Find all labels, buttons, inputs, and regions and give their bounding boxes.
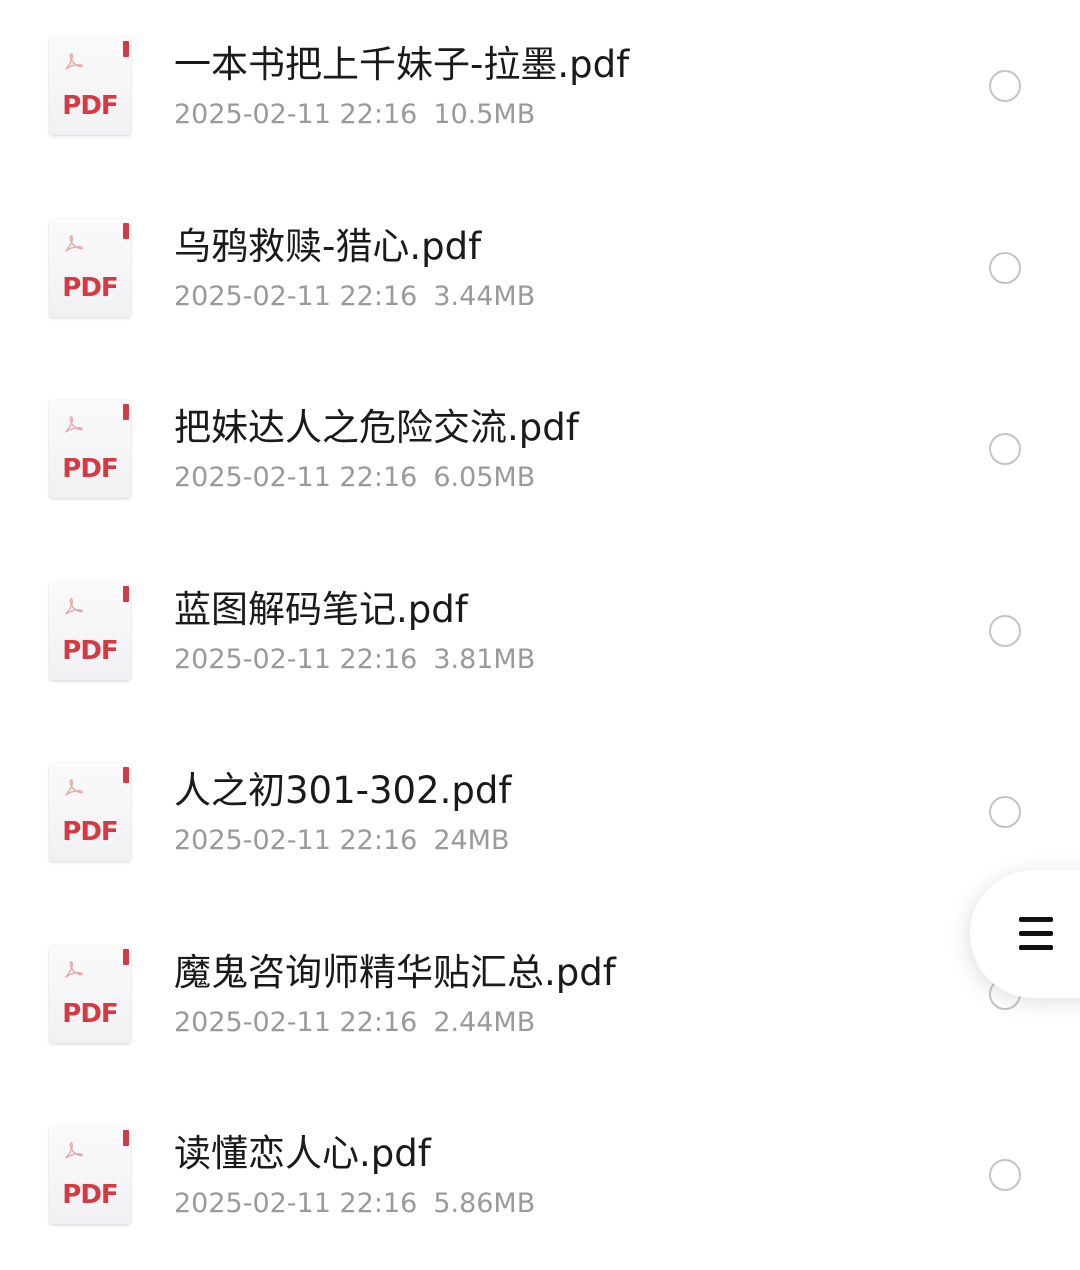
file-meta: 2025-02-11 22:16 6.05MB [174, 461, 535, 495]
file-name: 一本书把上千妹子-拉墨.pdf [174, 43, 630, 86]
file-meta: 2025-02-11 22:16 3.44MB [174, 280, 535, 314]
acrobat-logo-icon [65, 235, 83, 252]
acrobat-logo-icon [65, 53, 83, 70]
pdf-file-icon: PDF [49, 400, 131, 498]
pdf-label: PDF [62, 1180, 118, 1210]
file-size: 2.44MB [433, 1007, 536, 1038]
select-radio[interactable] [989, 796, 1021, 828]
file-row[interactable]: PDF 读懂恋人心.pdf 2025-02-11 22:16 5.86MB [0, 1089, 1080, 1270]
bookmark-marker [123, 223, 129, 239]
file-meta: 2025-02-11 22:16 2.44MB [174, 1006, 535, 1040]
pdf-label: PDF [62, 454, 118, 484]
select-radio[interactable] [989, 433, 1021, 465]
bookmark-marker [123, 404, 129, 420]
bookmark-marker [123, 949, 129, 965]
acrobat-logo-icon [65, 598, 83, 615]
acrobat-logo-icon [65, 1142, 83, 1159]
acrobat-logo-icon [65, 416, 83, 433]
file-meta: 2025-02-11 22:16 5.86MB [174, 1187, 535, 1221]
file-meta: 2025-02-11 22:16 24MB [174, 824, 510, 858]
file-row[interactable]: PDF 魔鬼咨询师精华贴汇总.pdf 2025-02-11 22:16 2.44M… [0, 908, 1080, 1089]
file-row[interactable]: PDF 把妹达人之危险交流.pdf 2025-02-11 22:16 6.05MB [0, 363, 1080, 544]
pdf-label: PDF [62, 636, 118, 666]
file-size: 3.44MB [433, 281, 536, 312]
file-date: 2025-02-11 22:16 [174, 99, 418, 130]
pdf-file-icon: PDF [49, 582, 131, 680]
bookmark-marker [123, 41, 129, 57]
file-date: 2025-02-11 22:16 [174, 825, 418, 856]
file-date: 2025-02-11 22:16 [174, 281, 418, 312]
file-date: 2025-02-11 22:16 [174, 1188, 418, 1219]
pdf-label: PDF [62, 91, 118, 121]
file-name: 蓝图解码笔记.pdf [174, 588, 468, 631]
file-name: 人之初301-302.pdf [174, 769, 512, 812]
file-row[interactable]: PDF 一本书把上千妹子-拉墨.pdf 2025-02-11 22:16 10.5… [0, 0, 1080, 181]
file-date: 2025-02-11 22:16 [174, 644, 418, 675]
pdf-file-icon: PDF [49, 219, 131, 317]
select-radio[interactable] [989, 1159, 1021, 1191]
bookmark-marker [123, 767, 129, 783]
pdf-file-icon: PDF [49, 1126, 131, 1224]
select-radio[interactable] [989, 615, 1021, 647]
file-name: 魔鬼咨询师精华贴汇总.pdf [174, 951, 616, 994]
bookmark-marker [123, 1130, 129, 1146]
select-radio[interactable] [989, 252, 1021, 284]
file-size: 5.86MB [433, 1188, 536, 1219]
file-row[interactable]: PDF 人之初301-302.pdf 2025-02-11 22:16 24MB [0, 726, 1080, 907]
bookmark-marker [123, 586, 129, 602]
file-row[interactable]: PDF 乌鸦救赎-猎心.pdf 2025-02-11 22:16 3.44MB [0, 182, 1080, 363]
file-size: 6.05MB [433, 462, 536, 493]
pdf-file-icon: PDF [49, 945, 131, 1043]
pdf-label: PDF [62, 999, 118, 1029]
file-meta: 2025-02-11 22:16 10.5MB [174, 98, 535, 132]
pdf-file-icon: PDF [49, 763, 131, 861]
file-date: 2025-02-11 22:16 [174, 462, 418, 493]
file-date: 2025-02-11 22:16 [174, 1007, 418, 1038]
file-meta: 2025-02-11 22:16 3.81MB [174, 643, 535, 677]
file-size: 24MB [433, 825, 510, 856]
file-size: 10.5MB [433, 99, 536, 130]
file-row[interactable]: PDF 蓝图解码笔记.pdf 2025-02-11 22:16 3.81MB [0, 545, 1080, 726]
file-name: 乌鸦救赎-猎心.pdf [174, 225, 482, 268]
select-radio[interactable] [989, 70, 1021, 102]
file-size: 3.81MB [433, 644, 536, 675]
hamburger-menu-icon [1019, 917, 1053, 951]
acrobat-logo-icon [65, 779, 83, 796]
pdf-label: PDF [62, 817, 118, 847]
file-list: PDF 一本书把上千妹子-拉墨.pdf 2025-02-11 22:16 10.5… [0, 0, 1080, 1247]
acrobat-logo-icon [65, 961, 83, 978]
pdf-label: PDF [62, 273, 118, 303]
file-name: 读懂恋人心.pdf [174, 1132, 431, 1175]
pdf-file-icon: PDF [49, 37, 131, 135]
file-name: 把妹达人之危险交流.pdf [174, 406, 579, 449]
